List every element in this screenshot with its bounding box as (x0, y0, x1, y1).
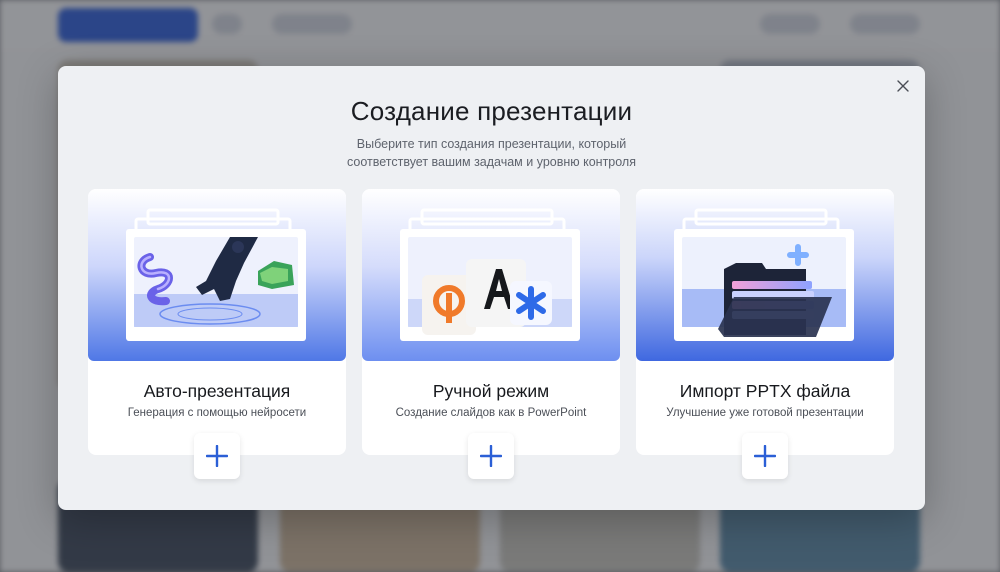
plus-icon (206, 445, 228, 467)
slide-editor-illustration (362, 189, 620, 361)
card-manual-mode[interactable]: Ручной режим Создание слайдов как в Powe… (362, 189, 620, 479)
close-icon (897, 80, 909, 92)
modal-title: Создание презентации (350, 96, 633, 126)
card-illustration (636, 189, 894, 361)
plus-icon (754, 445, 776, 467)
card-description: Улучшение уже готовой презентации (666, 407, 864, 419)
add-button[interactable] (742, 433, 788, 479)
card-description: Генерация с помощью нейросети (127, 407, 307, 419)
card-description: Создание слайдов как в PowerPoint (395, 407, 587, 419)
add-button[interactable] (468, 433, 514, 479)
plus-icon (480, 445, 502, 467)
card-title: Авто-презентация (143, 381, 291, 401)
card-illustration (88, 189, 346, 361)
close-button[interactable] (893, 76, 913, 96)
card-import-pptx[interactable]: Импорт PPTX файла Улучшение уже готовой … (636, 189, 894, 479)
modal-subtitle-line: Выберите тип создания презентации, котор… (356, 137, 627, 151)
add-button[interactable] (194, 433, 240, 479)
create-presentation-modal: Создание презентации Выберите тип создан… (58, 66, 925, 510)
ai-figure-illustration (88, 189, 346, 361)
modal-subtitle: Выберите тип создания презентации, котор… (58, 135, 925, 171)
card-title: Ручной режим (432, 381, 550, 401)
card-illustration (362, 189, 620, 361)
modal-subtitle-line: соответствует вашим задачам и уровню кон… (346, 155, 636, 169)
card-title: Импорт PPTX файла (679, 381, 851, 401)
card-auto-presentation[interactable]: Авто-презентация Генерация с помощью ней… (88, 189, 346, 479)
folder-import-illustration (636, 189, 894, 361)
